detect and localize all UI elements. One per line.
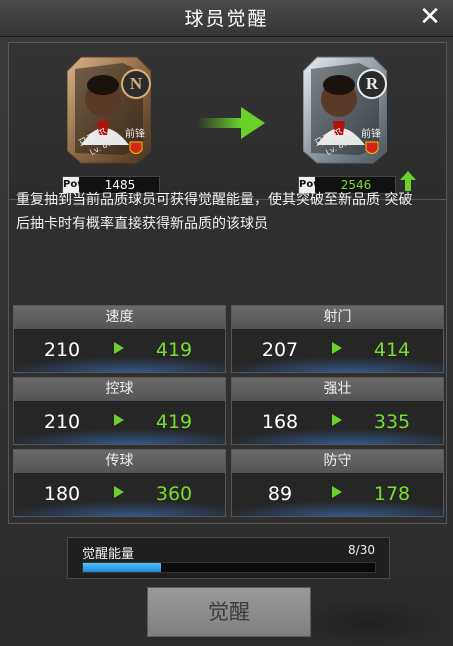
stat-new-value: 335 <box>373 411 411 433</box>
stat-label: 射门 <box>232 306 443 329</box>
stat-label: 控球 <box>14 378 225 401</box>
stat-values: 210 419 <box>14 401 225 444</box>
player-card-before: N 马夏尔 Lv. 81 前锋 <box>67 55 151 165</box>
stat-new-value: 419 <box>155 411 193 433</box>
stat-new-value: 360 <box>155 483 193 505</box>
title-bar: 球员觉醒 ✕ <box>0 0 453 37</box>
stat-values: 210 419 <box>14 329 225 372</box>
card-compare: N 马夏尔 Lv. 81 前锋 R 马夏尔 Lv. 81 前锋 Pow 1485… <box>9 43 446 200</box>
awaken-button[interactable]: 觉醒 <box>147 587 311 637</box>
grade-badge: R <box>357 69 387 99</box>
stat-label: 强壮 <box>232 378 443 401</box>
stat-values: 207 414 <box>232 329 443 372</box>
stat-label: 防守 <box>232 450 443 473</box>
stat-defense: 防守 89 178 <box>231 449 444 517</box>
stat-old-value: 180 <box>43 483 81 505</box>
stat-values: 168 335 <box>232 401 443 444</box>
awaken-description: 重复抽到当前品质球员可获得觉醒能量，使其突破至新品质 突破后抽卡时有概率直接获得… <box>16 192 413 232</box>
upgrade-arrow-icon <box>197 107 267 139</box>
stat-old-value: 89 <box>267 483 293 505</box>
energy-progress-track <box>82 562 376 573</box>
grade-badge: N <box>121 69 151 99</box>
stat-new-value: 419 <box>155 339 193 361</box>
dialog-title: 球员觉醒 <box>184 8 269 30</box>
stat-speed: 速度 210 419 <box>13 305 226 373</box>
stat-label: 速度 <box>14 306 225 329</box>
stat-new-value: 414 <box>373 339 411 361</box>
stat-arrow-icon <box>114 414 124 426</box>
awaken-energy: 觉醒能量 8/30 <box>67 537 390 579</box>
energy-count: 8/30 <box>348 543 375 557</box>
stat-arrow-icon <box>332 486 342 498</box>
stat-arrow-icon <box>114 342 124 354</box>
stat-old-value: 210 <box>43 339 81 361</box>
stat-old-value: 168 <box>261 411 299 433</box>
club-crest-icon <box>365 141 379 157</box>
player-position: 前锋 <box>361 129 381 140</box>
stat-old-value: 207 <box>261 339 299 361</box>
stat-label: 传球 <box>14 450 225 473</box>
stat-arrow-icon <box>114 486 124 498</box>
energy-progress-fill <box>83 563 161 572</box>
club-crest-icon <box>129 141 143 157</box>
player-position: 前锋 <box>125 129 145 140</box>
stat-strength: 强壮 168 335 <box>231 377 444 445</box>
watermark <box>312 600 453 646</box>
close-icon[interactable]: ✕ <box>417 4 443 30</box>
player-card-after: R 马夏尔 Lv. 81 前锋 <box>303 55 387 165</box>
stat-values: 180 360 <box>14 473 225 516</box>
energy-label: 觉醒能量 <box>82 547 135 562</box>
stat-dribbling: 控球 210 419 <box>13 377 226 445</box>
stat-arrow-icon <box>332 414 342 426</box>
awaken-dialog: 球员觉醒 ✕ N 马夏尔 Lv. 81 前锋 R 马夏尔 Lv. 81 前锋 P… <box>0 0 453 646</box>
stat-old-value: 210 <box>43 411 81 433</box>
stat-new-value: 178 <box>373 483 411 505</box>
stat-passing: 传球 180 360 <box>13 449 226 517</box>
stat-values: 89 178 <box>232 473 443 516</box>
stat-arrow-icon <box>332 342 342 354</box>
stat-shooting: 射门 207 414 <box>231 305 444 373</box>
